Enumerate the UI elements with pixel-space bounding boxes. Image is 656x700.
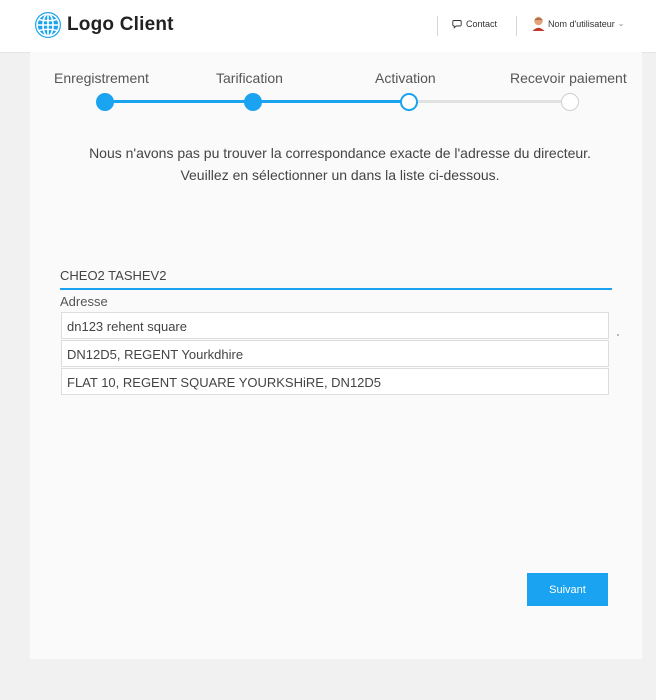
- step-label-registration: Enregistrement: [54, 70, 149, 86]
- user-menu[interactable]: Nom d'utilisateur ⌄: [532, 16, 624, 31]
- header-divider: [437, 16, 438, 36]
- info-message-line2: Veuillez en sélectionner un dans la list…: [180, 167, 500, 183]
- scroll-marker: [617, 334, 619, 336]
- info-message: Nous n'avons pas pu trouver la correspon…: [50, 142, 630, 186]
- logo[interactable]: Logo Client: [34, 11, 174, 39]
- contact-link[interactable]: Contact: [452, 19, 497, 29]
- avatar: [532, 16, 545, 31]
- step-dot-registration: [96, 93, 114, 111]
- address-option[interactable]: dn123 rehent square: [61, 312, 609, 339]
- address-option[interactable]: DN12D5, REGENT Yourkdhire: [61, 340, 609, 367]
- top-bar: Logo Client Contact Nom d'utilisateur ⌄: [0, 0, 656, 53]
- director-name-field[interactable]: CHEO2 TASHEV2: [60, 268, 612, 290]
- step-label-pricing: Tarification: [216, 70, 283, 86]
- main-panel: Enregistrement Tarification Activation R…: [30, 52, 642, 659]
- step-dot-pricing: [244, 93, 262, 111]
- logo-text: Logo Client: [67, 14, 174, 35]
- step-dot-activation: [400, 93, 418, 111]
- address-label: Adresse: [60, 294, 108, 309]
- user-name: Nom d'utilisateur: [548, 18, 615, 29]
- step-label-activation: Activation: [375, 70, 436, 86]
- address-list: dn123 rehent square DN12D5, REGENT Yourk…: [61, 312, 609, 396]
- info-message-line1: Nous n'avons pas pu trouver la correspon…: [89, 145, 591, 161]
- header-divider: [516, 16, 517, 36]
- address-option[interactable]: FLAT 10, REGENT SQUARE YOURKSHiRE, DN12D…: [61, 368, 609, 395]
- step-dot-payment: [561, 93, 579, 111]
- step-label-payment: Recevoir paiement: [510, 70, 627, 86]
- contact-label: Contact: [466, 19, 498, 29]
- chat-bubble-icon: [452, 20, 462, 29]
- next-button[interactable]: Suivant: [527, 573, 608, 606]
- progress-track-remaining: [408, 100, 570, 103]
- globe-icon: [35, 12, 61, 38]
- chevron-down-icon: ⌄: [617, 19, 625, 28]
